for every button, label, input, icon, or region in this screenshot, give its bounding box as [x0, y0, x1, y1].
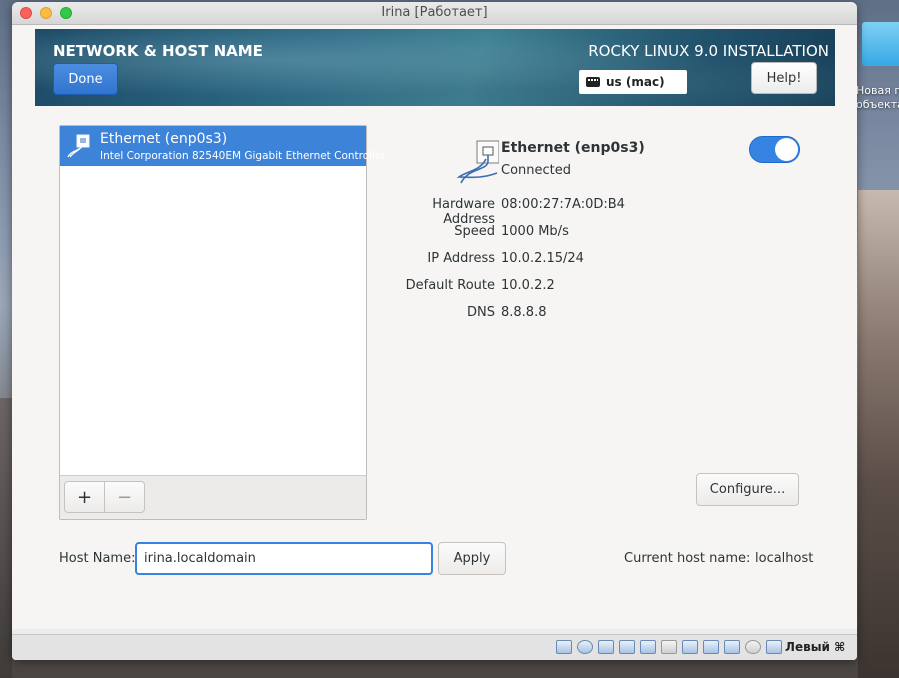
audio-icon[interactable]	[598, 640, 614, 654]
folder-icon[interactable]	[862, 22, 899, 66]
mouse-integration-icon[interactable]	[745, 640, 761, 654]
ethernet-icon	[67, 134, 90, 158]
keyboard-layout-label: us (mac)	[606, 75, 665, 89]
device-description: Intel Corporation 82540EM Gigabit Ethern…	[100, 150, 386, 162]
statusbar-icons	[556, 640, 782, 654]
vm-window: Irina [Работает] NETWORK & HOST NAME ROC…	[12, 2, 857, 660]
hardware-address-value: 08:00:27:7A:0D:B4	[501, 197, 625, 212]
keyboard-layout-indicator[interactable]: us (mac)	[579, 70, 687, 94]
connection-toggle[interactable]	[749, 136, 800, 163]
recording-icon[interactable]	[703, 640, 719, 654]
configure-button[interactable]: Configure...	[696, 473, 799, 506]
desktop-folder-label: Новая п	[856, 84, 899, 97]
device-list: Ethernet (enp0s3) Intel Corporation 8254…	[59, 125, 386, 520]
help-button[interactable]: Help!	[751, 62, 817, 94]
device-list-toolbar: + −	[60, 475, 366, 519]
speed-label: Speed	[454, 224, 495, 239]
desktop-wallpaper-left	[0, 398, 12, 678]
cpu-icon[interactable]	[724, 640, 740, 654]
vm-statusbar: Левый ⌘	[12, 634, 857, 660]
installer-screen: NETWORK & HOST NAME ROCKY LINUX 9.0 INST…	[12, 25, 857, 629]
speed-value: 1000 Mb/s	[501, 224, 569, 239]
connection-name: Ethernet (enp0s3)	[501, 140, 645, 156]
network-icon[interactable]	[619, 640, 635, 654]
display-icon[interactable]	[682, 640, 698, 654]
window-title: Irina [Работает]	[381, 5, 488, 20]
device-name: Ethernet (enp0s3)	[100, 131, 228, 147]
dns-value: 8.8.8.8	[501, 305, 547, 320]
ip-address-value: 10.0.2.15/24	[501, 251, 584, 266]
current-hostname-label: Current host name:	[624, 551, 751, 566]
shared-folders-icon[interactable]	[661, 640, 677, 654]
host-key-label: Левый ⌘	[785, 640, 846, 654]
page-title: NETWORK & HOST NAME	[53, 42, 263, 60]
optical-drive-icon[interactable]	[577, 640, 593, 654]
desktop-folder-label-2: объекта	[856, 98, 899, 111]
default-route-label: Default Route	[405, 278, 495, 293]
hostname-label: Host Name:	[59, 551, 136, 566]
hard-disk-icon[interactable]	[556, 640, 572, 654]
usb-icon[interactable]	[640, 640, 656, 654]
default-route-value: 10.0.2.2	[501, 278, 555, 293]
header-banner: NETWORK & HOST NAME ROCKY LINUX 9.0 INST…	[35, 29, 835, 106]
done-button[interactable]: Done	[53, 63, 118, 95]
hardware-address-label: Hardware Address	[432, 197, 495, 227]
ip-address-label: IP Address	[427, 251, 495, 266]
add-device-button[interactable]: +	[64, 481, 105, 513]
window-titlebar[interactable]: Irina [Работает]	[12, 2, 857, 25]
toggle-knob	[775, 138, 798, 161]
list-item-ethernet[interactable]: Ethernet (enp0s3) Intel Corporation 8254…	[60, 126, 386, 166]
apply-button[interactable]: Apply	[438, 542, 506, 575]
current-hostname-value: localhost	[755, 551, 814, 566]
keyboard-icon	[586, 77, 600, 87]
desktop-wallpaper	[858, 190, 899, 678]
keyboard-capture-icon[interactable]	[766, 640, 782, 654]
ethernet-icon	[456, 140, 499, 184]
connection-status: Connected	[501, 163, 572, 178]
hostname-input[interactable]	[135, 542, 433, 575]
product-title: ROCKY LINUX 9.0 INSTALLATION	[588, 42, 829, 60]
remove-device-button[interactable]: −	[104, 481, 145, 513]
dns-label: DNS	[467, 305, 495, 320]
